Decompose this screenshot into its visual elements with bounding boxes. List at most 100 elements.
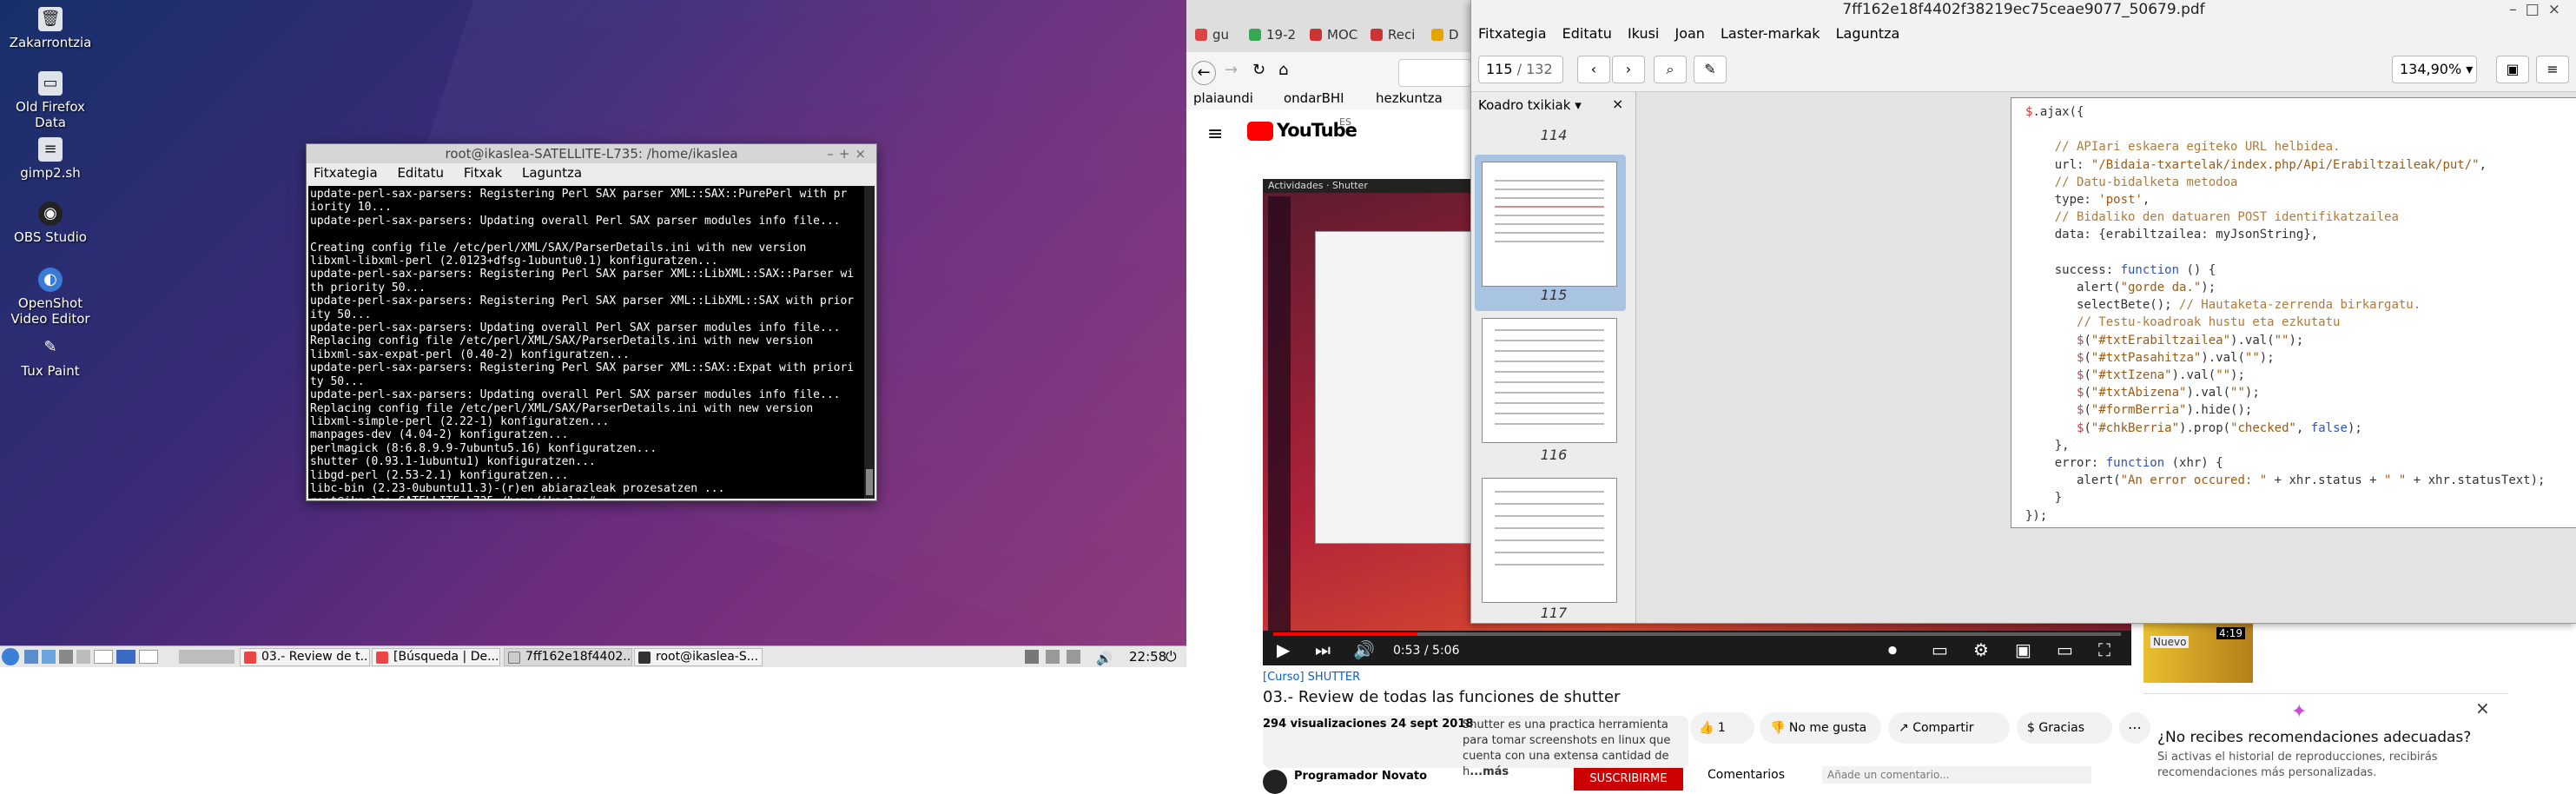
channel-name[interactable]: Programador Novato [1294,770,1427,783]
menu-editatu[interactable]: Editatu [397,165,444,181]
forward-button[interactable]: → [1225,61,1238,79]
fullscreen-icon[interactable]: ⛶ [2098,639,2110,660]
close-icon[interactable]: × [2475,698,2490,718]
thumbnail-116[interactable] [1482,318,1617,443]
volume-button[interactable]: 🔊 [1353,639,1375,660]
taskbar-item-youtube[interactable]: 03.- Review de t... [240,648,370,666]
workspace-1-icon[interactable] [94,650,113,664]
clock[interactable]: 22:58 [1129,646,1166,667]
dislike-button[interactable]: 👎 No me gusta [1760,712,1881,744]
thumbnail-115[interactable] [1482,162,1617,287]
back-button[interactable]: ← [1192,61,1216,85]
video-dock [1268,196,1291,631]
thanks-button[interactable]: $ Gracias [2017,712,2112,744]
workspace-3-icon[interactable] [139,650,158,664]
settings-icon[interactable]: ⚙ [1973,639,1989,660]
tab-5[interactable]: D [1426,17,1470,52]
volume-icon[interactable]: 🔊 [1096,648,1113,669]
next-button[interactable]: ⏭ [1315,639,1331,660]
desktop-icon-old-firefox-data[interactable]: ▭ Old Firefox Data [7,71,94,130]
menu-joan[interactable]: Joan [1674,25,1704,42]
pdf-viewer-window[interactable]: 7ff162e18f4402f38219ec75ceae9077_50679.p… [1470,0,2576,624]
power-icon[interactable]: ⏻ [1166,646,1177,667]
subtitles-button[interactable]: ▭ [1932,639,1948,660]
terminal-line: perlmagick (8:6.8.9.9-7ubuntu5.16) konfi… [310,441,657,455]
menu-laguntza[interactable]: Laguntza [1836,25,1900,42]
url-bar[interactable] [1398,59,1471,87]
tab-3[interactable]: MOC [1305,17,1360,52]
gmail-icon [1310,29,1322,41]
search-icon[interactable]: ⌕ [1654,56,1687,83]
sidebar-mode-select[interactable]: Koadro txikiak ▾ [1478,97,1582,113]
play-button[interactable]: ▶ [1277,639,1290,660]
pdf-titlebar[interactable]: 7ff162e18f4402f38219ec75ceae9077_50679.p… [1471,0,2576,19]
comment-input[interactable]: Añade un comentario... [1822,766,2091,784]
terminal-window[interactable]: root@ikaslea-SATELLITE-L735: /home/ikasl… [306,143,877,501]
battery-icon[interactable] [1025,650,1039,664]
subscribe-button[interactable]: SUSCRIBIRME [1574,768,1683,791]
progress-bar[interactable] [1273,632,2121,636]
reload-button[interactable]: ↻ [1252,61,1265,79]
menu-fitxategia[interactable]: Fitxategia [1478,25,1547,42]
autoplay-toggle[interactable]: ⏺ [1888,639,1897,660]
signal-icon[interactable] [1067,650,1080,664]
hamburger-menu-icon[interactable]: ≡ [2536,56,2569,83]
zoom-select[interactable]: 134,90% ▾ [2392,56,2477,83]
terminal-output[interactable]: update-perl-sax-parsers: Registering Per… [308,186,864,499]
tab-1[interactable]: gu [1190,17,1242,52]
terminal-line: th priority 50... [310,281,426,294]
terminal-scrollbar[interactable] [864,186,875,499]
youtube-logo-icon[interactable] [1247,122,1273,141]
pdf-page-code[interactable]: $.ajax({ // APIari eskaera egiteko URL h… [2011,97,2576,528]
next-page-button[interactable]: › [1612,56,1645,83]
video-tag[interactable]: [Curso] SHUTTER [1263,671,1360,684]
taskbar-item-pdf[interactable]: 7ff162e18f4402... [504,648,632,666]
menu-laster-markak[interactable]: Laster-markak [1721,25,1820,42]
taskbar-item-search[interactable]: [Búsqueda | De... [372,648,500,666]
start-menu-icon[interactable] [2,648,19,665]
miniplayer-icon[interactable]: ▣ [2015,639,2031,660]
tab-4[interactable]: Reci [1365,17,1421,52]
like-button[interactable]: 👍 1 [1690,712,1754,744]
theater-icon[interactable]: ▭ [2057,639,2073,660]
bookmark-ondarbhi[interactable]: ondarBHI [1284,87,1344,109]
menu-laguntza[interactable]: Laguntza [522,165,582,181]
description-box[interactable]: 294 visualizaciones 24 sept 2018 Shutter… [1263,716,1688,778]
desktop-icon-gimp2-sh[interactable]: ≡ gimp2.sh [7,137,94,181]
tab-2[interactable]: 19-2 [1244,17,1299,52]
menu-fitxak[interactable]: Fitxak [464,165,502,181]
new-badge: Nuevo [2150,636,2190,648]
thumbnail-117[interactable] [1482,478,1617,603]
workspace-icon[interactable] [76,650,90,664]
bookmark-hezkuntza[interactable]: hezkuntza [1376,87,1443,109]
annotate-icon[interactable]: ✎ [1694,56,1727,83]
menu-fitxategia[interactable]: Fitxategia [314,165,378,181]
network-icon[interactable] [1046,650,1060,664]
terminal-titlebar[interactable]: root@ikaslea-SATELLITE-L735: /home/ikasl… [307,144,876,163]
pdf-viewport[interactable]: $.ajax({ // APIari eskaera egiteko URL h… [1636,92,2576,623]
desktop-icon-tux-paint[interactable]: ✎ Tux Paint [7,335,94,379]
window-controls[interactable]: –□× [2509,0,2569,19]
share-button[interactable]: ↗ Compartir [1888,712,2010,744]
page-number-field[interactable]: 115 / 132 [1478,56,1563,83]
desktop-icon-trash[interactable]: 🗑 Zakarrontzia [7,7,94,50]
workspace-preview[interactable] [179,650,234,664]
window-controls[interactable]: –+× [827,144,871,163]
sidebar-close-icon[interactable]: × [1612,96,1623,112]
desktop-icon-obs-studio[interactable]: ◉ OBS Studio [7,202,94,245]
terminal-line: shutter (0.93.1-1ubuntu1) konfiguratzen.… [310,455,596,469]
browser-icon[interactable] [42,650,56,664]
sidebar-toggle-icon[interactable]: ▣ [2496,56,2529,83]
previous-page-button[interactable]: ‹ [1577,56,1610,83]
terminal-launcher-icon[interactable] [59,650,73,664]
taskbar-item-terminal[interactable]: root@ikaslea-S... [634,648,763,666]
menu-editatu[interactable]: Editatu [1562,25,1612,42]
workspace-2-icon[interactable] [116,650,135,664]
bookmark-plaiaundi[interactable]: plaiaundi [1193,87,1253,109]
home-button[interactable]: ⌂ [1278,61,1288,79]
channel-avatar[interactable] [1263,770,1287,794]
file-manager-icon[interactable] [24,650,38,664]
desktop-icon-openshot[interactable]: ◐ OpenShot Video Editor [7,268,94,327]
menu-ikusi[interactable]: Ikusi [1628,25,1659,42]
menu-icon[interactable]: ≡ [1207,123,1223,145]
